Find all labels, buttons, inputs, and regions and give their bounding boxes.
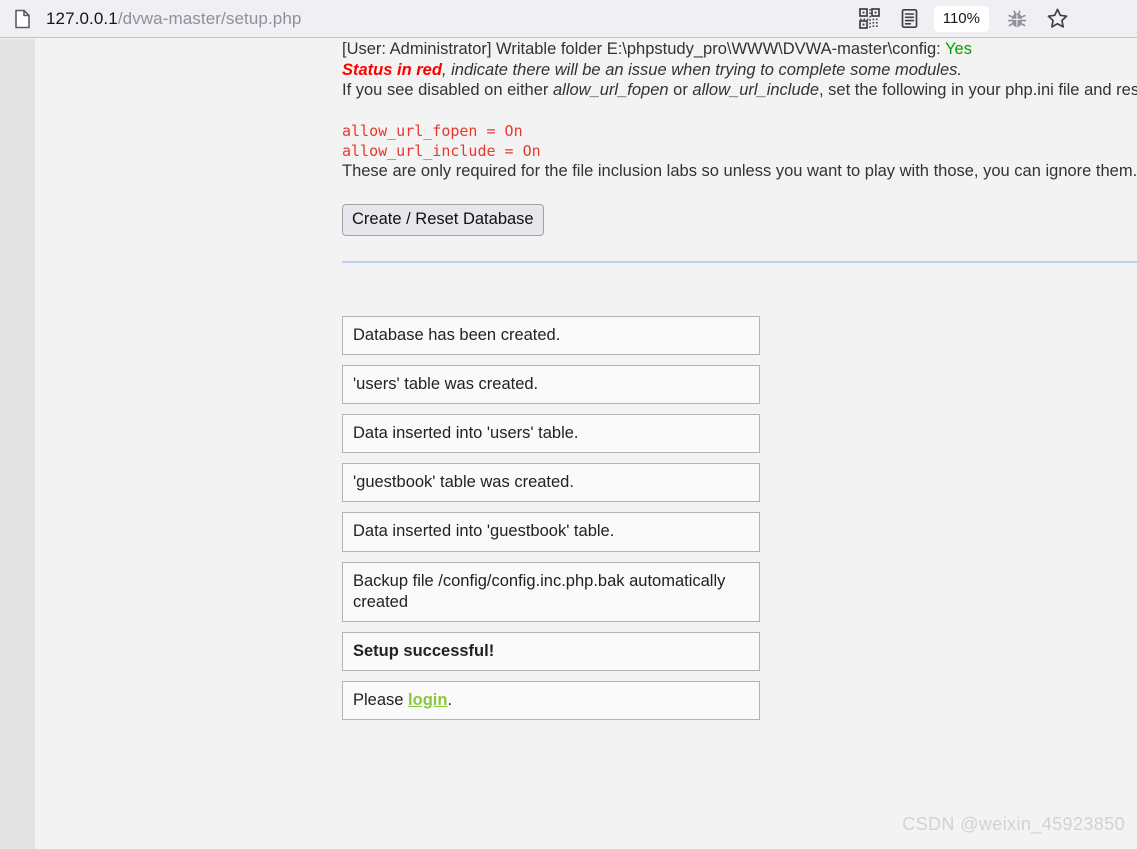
- file-inclusion-note: These are only required for the file inc…: [342, 162, 1137, 181]
- qr-code-icon[interactable]: [852, 4, 888, 34]
- writable-folder-line: [User: Administrator] Writable folder E:…: [342, 39, 1137, 60]
- setup-message-box: 'users' table was created.: [342, 365, 760, 405]
- document-icon: [11, 8, 33, 30]
- setup-content: [User: Administrator] Writable folder E:…: [342, 39, 1137, 730]
- setup-message-box: Database has been created.: [342, 315, 760, 356]
- login-link[interactable]: login: [408, 691, 447, 709]
- page-left-strip: [0, 39, 35, 849]
- writable-folder-value: Yes: [945, 40, 972, 58]
- setup-messages-list: Database has been created. 'users' table …: [342, 315, 760, 720]
- phpini-note-part3: , set the following in your php.ini file…: [819, 81, 1137, 100]
- setup-message-box: 'guestbook' table was created.: [342, 463, 760, 503]
- ini-directives: allow_url_fopen = On allow_url_include =…: [342, 121, 541, 161]
- phpini-em-include: allow_url_include: [692, 81, 819, 100]
- writable-folder-text: [User: Administrator] Writable folder E:…: [342, 40, 946, 58]
- phpini-note-part1: If you see disabled on either: [342, 81, 553, 100]
- url-path: /dvwa-master/setup.php: [117, 8, 302, 28]
- login-message-suffix: .: [447, 690, 453, 709]
- reader-view-icon[interactable]: [892, 4, 928, 34]
- status-red-rest: , indicate there will be an issue when t…: [441, 60, 962, 79]
- url-text: 127.0.0.1/dvwa-master/setup.php: [46, 9, 301, 29]
- address-bar[interactable]: 127.0.0.1/dvwa-master/setup.php: [0, 0, 848, 38]
- browser-toolbar: 127.0.0.1/dvwa-master/setup.php 110%: [0, 0, 1137, 38]
- bug-icon[interactable]: [999, 4, 1035, 34]
- url-host: 127.0.0.1: [46, 8, 118, 28]
- login-message-box: Please login.: [342, 680, 760, 720]
- page-body: [User: Administrator] Writable folder E:…: [35, 39, 1137, 849]
- reset-button-row: Create / Reset Database: [342, 204, 1137, 236]
- setup-message-box: Setup successful!: [342, 631, 760, 671]
- status-red-note: Status in red, indicate there will be an…: [342, 60, 1137, 81]
- create-reset-database-button[interactable]: Create / Reset Database: [342, 204, 544, 236]
- page-viewport: [User: Administrator] Writable folder E:…: [0, 39, 1137, 849]
- setup-message-box: Data inserted into 'guestbook' table.: [342, 512, 760, 552]
- phpini-em-fopen: allow_url_fopen: [552, 81, 669, 100]
- bookmark-star-icon[interactable]: [1039, 4, 1075, 34]
- phpini-note-part2: or: [668, 81, 693, 100]
- login-message-prefix: Please: [353, 690, 409, 709]
- setup-message-box: Data inserted into 'users' table.: [342, 414, 760, 454]
- zoom-level-badge[interactable]: 110%: [933, 5, 989, 32]
- section-divider: [342, 260, 1137, 263]
- status-red-emphasis: Status in red: [342, 60, 442, 79]
- phpini-note: If you see disabled on either allow_url_…: [342, 80, 1137, 101]
- setup-message-box: Backup file /config/config.inc.php.bak a…: [342, 561, 760, 622]
- toolbar-actions: 110%: [848, 0, 1137, 38]
